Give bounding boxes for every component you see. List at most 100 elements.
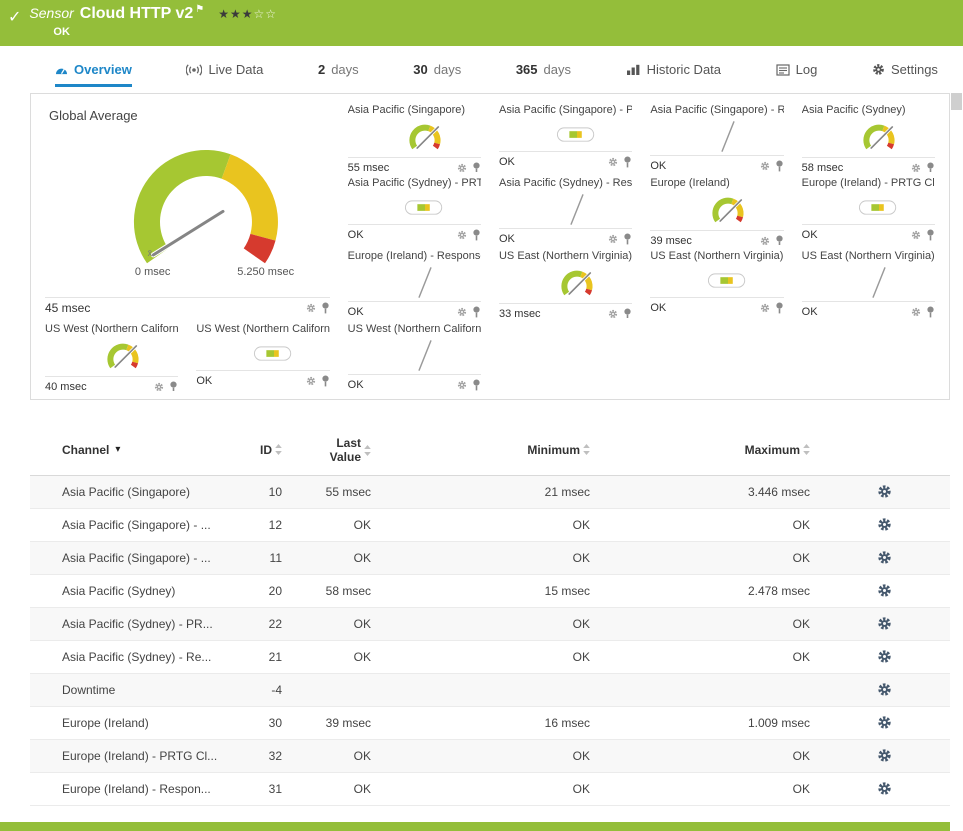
channel-tile[interactable]: US West (Northern California)... OK xyxy=(190,321,335,391)
tab-historic-data-label: Historic Data xyxy=(646,62,722,77)
pin-icon[interactable] xyxy=(623,233,632,245)
pin-icon[interactable] xyxy=(472,229,481,241)
table-row[interactable]: Asia Pacific (Sydney) - PR... 22 OK OK OK xyxy=(30,607,950,641)
column-header-minimum[interactable]: Minimum xyxy=(379,443,598,457)
table-row[interactable]: Asia Pacific (Sydney) 20 58 msec 15 msec 2.4… xyxy=(30,574,950,608)
channel-tile-foot: 39 msec xyxy=(650,230,784,246)
channel-tile[interactable]: Asia Pacific (Sydney) - Respo... OK xyxy=(493,175,638,245)
gear-icon[interactable] xyxy=(154,382,164,392)
channel-tile[interactable]: US East (Northern Virginia) - ... OK xyxy=(644,248,789,318)
gear-icon[interactable] xyxy=(457,230,467,240)
column-header-channel[interactable]: Channel ▾ xyxy=(30,443,240,457)
channel-tile[interactable]: US West (Northern California)... OK xyxy=(342,321,487,391)
tile-icons xyxy=(760,235,784,246)
table-row[interactable]: Asia Pacific (Singapore) - ... 11 OK OK OK xyxy=(30,541,950,575)
gear-icon[interactable] xyxy=(306,376,316,386)
gear-icon[interactable] xyxy=(457,380,467,390)
cell-channel[interactable]: Europe (Ireland) - PRTG Cl... xyxy=(30,749,240,763)
gear-icon[interactable] xyxy=(760,161,770,171)
channel-tile[interactable]: Asia Pacific (Sydney) - PRTG ... OK xyxy=(342,175,487,245)
channel-tile[interactable]: Europe (Ireland) - Response C... OK xyxy=(342,248,487,318)
tab-30-days[interactable]: 30 days xyxy=(413,62,461,87)
cell-channel[interactable]: Asia Pacific (Singapore) - ... xyxy=(30,551,240,565)
channel-tile[interactable]: Europe (Ireland) - PRTG Cloud... OK xyxy=(796,175,941,245)
column-header-minimum-label: Minimum xyxy=(527,443,580,458)
pin-icon[interactable] xyxy=(623,156,632,168)
pin-icon[interactable] xyxy=(472,162,481,172)
channel-settings-icon[interactable] xyxy=(877,748,892,763)
pin-icon[interactable] xyxy=(775,302,784,314)
gear-icon[interactable] xyxy=(608,309,618,319)
pin-icon[interactable] xyxy=(169,381,178,391)
channel-settings-icon[interactable] xyxy=(877,781,892,796)
gear-icon[interactable] xyxy=(457,163,467,173)
pin-icon[interactable] xyxy=(321,375,330,387)
column-header-id[interactable]: ID xyxy=(240,443,290,457)
pin-icon[interactable] xyxy=(926,229,935,241)
scrollbar-thumb[interactable] xyxy=(951,93,962,110)
pin-icon[interactable] xyxy=(775,160,784,172)
channel-settings-icon[interactable] xyxy=(877,583,892,598)
cell-id: 11 xyxy=(269,550,282,565)
channel-tile-title: Europe (Ireland) - Response C... xyxy=(347,250,481,262)
gear-icon[interactable] xyxy=(608,234,618,244)
channel-tile[interactable]: Asia Pacific (Singapore) - PR... OK xyxy=(493,102,638,172)
tab-overview[interactable]: Overview xyxy=(55,62,132,87)
channel-tile[interactable]: US East (Northern Virginia) 33 msec xyxy=(493,248,638,318)
tab-2-days[interactable]: 2 days xyxy=(318,62,359,87)
gear-icon[interactable] xyxy=(760,236,770,246)
cell-channel[interactable]: Asia Pacific (Sydney) xyxy=(30,584,240,598)
channel-tile-foot: OK xyxy=(650,155,784,172)
gear-icon[interactable] xyxy=(306,303,316,313)
tab-live-data[interactable]: Live Data xyxy=(186,62,263,87)
table-row[interactable]: Europe (Ireland) - PRTG Cl... 32 OK OK OK xyxy=(30,739,950,773)
column-header-last-value[interactable]: Last Value xyxy=(290,436,379,465)
channel-tile[interactable]: Asia Pacific (Sydney) 58 msec xyxy=(796,102,941,172)
channel-settings-icon[interactable] xyxy=(877,649,892,664)
pin-icon[interactable] xyxy=(472,306,481,318)
tab-365-days[interactable]: 365 days xyxy=(516,62,571,87)
gear-icon[interactable] xyxy=(608,157,618,167)
table-row[interactable]: Europe (Ireland) 30 39 msec 16 msec 1.009 ms… xyxy=(30,706,950,740)
channel-settings-icon[interactable] xyxy=(877,550,892,565)
pin-icon[interactable] xyxy=(623,308,632,318)
cell-channel[interactable]: Asia Pacific (Sydney) - PR... xyxy=(30,617,240,631)
cell-channel[interactable]: Downtime xyxy=(30,683,240,697)
gear-icon[interactable] xyxy=(457,307,467,317)
channel-settings-icon[interactable] xyxy=(877,715,892,730)
channel-tile[interactable]: US East (Northern Virginia) - ... OK xyxy=(796,248,941,318)
table-row[interactable]: Asia Pacific (Singapore) 10 55 msec 21 msec… xyxy=(30,475,950,509)
pin-icon[interactable] xyxy=(926,162,935,172)
flag-icon[interactable]: ⚑ xyxy=(195,4,204,15)
priority-stars[interactable]: ★★★☆☆ xyxy=(218,7,277,21)
channel-tile[interactable]: Asia Pacific (Singapore) - Res... OK xyxy=(644,102,789,172)
cell-channel[interactable]: Europe (Ireland) - Respon... xyxy=(30,782,240,796)
gear-icon[interactable] xyxy=(911,307,921,317)
cell-channel[interactable]: Asia Pacific (Singapore) - ... xyxy=(30,518,240,532)
channel-settings-icon[interactable] xyxy=(877,517,892,532)
table-row[interactable]: Asia Pacific (Singapore) - ... 12 OK OK OK xyxy=(30,508,950,542)
channel-tile[interactable]: Europe (Ireland) 39 msec xyxy=(644,175,789,245)
gear-icon[interactable] xyxy=(760,303,770,313)
pin-icon[interactable] xyxy=(775,235,784,245)
tab-historic-data[interactable]: Historic Data xyxy=(626,62,721,87)
cell-channel[interactable]: Asia Pacific (Sydney) - Re... xyxy=(30,650,240,664)
table-row[interactable]: Downtime -4 xyxy=(30,673,950,707)
table-row[interactable]: Europe (Ireland) - Respon... 31 OK OK OK xyxy=(30,772,950,806)
channel-settings-icon[interactable] xyxy=(877,682,892,697)
tab-settings[interactable]: Settings xyxy=(872,62,938,87)
gear-icon[interactable] xyxy=(911,230,921,240)
table-row[interactable]: Asia Pacific (Sydney) - Re... 21 OK OK OK xyxy=(30,640,950,674)
pin-icon[interactable] xyxy=(472,379,481,391)
pin-icon[interactable] xyxy=(926,306,935,318)
pin-icon[interactable] xyxy=(321,302,330,314)
channel-tile[interactable]: US West (Northern California) 40 msec xyxy=(39,321,184,391)
channel-settings-icon[interactable] xyxy=(877,616,892,631)
channel-settings-icon[interactable] xyxy=(877,484,892,499)
gear-icon[interactable] xyxy=(911,163,921,173)
cell-channel[interactable]: Europe (Ireland) xyxy=(30,716,240,730)
tab-log[interactable]: Log xyxy=(776,62,817,87)
column-header-maximum[interactable]: Maximum xyxy=(598,443,818,457)
cell-channel[interactable]: Asia Pacific (Singapore) xyxy=(30,485,240,499)
channel-tile[interactable]: Asia Pacific (Singapore) 55 msec xyxy=(342,102,487,172)
